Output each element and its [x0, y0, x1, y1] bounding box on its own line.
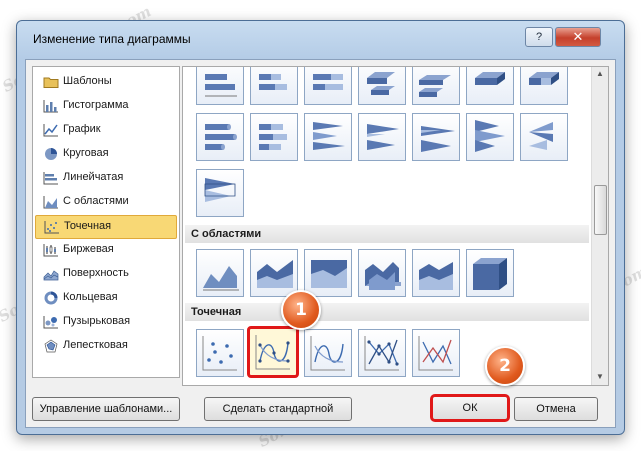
pyramid-bar-icon [475, 120, 505, 152]
scatter-smooth-lines-icon [310, 336, 345, 371]
callout-badge-1: 1 [281, 290, 321, 330]
bar-3d-box-stacked-icon [529, 72, 559, 85]
chart-subtype-thumbnail[interactable] [196, 67, 244, 105]
chart-subtype-thumbnail[interactable] [250, 249, 298, 297]
bar-chart-icon [43, 172, 58, 185]
ok-button[interactable]: ОК [430, 394, 510, 422]
chart-subtype-thumbnail[interactable] [358, 329, 406, 377]
chart-subtype-thumbnail[interactable] [250, 113, 298, 161]
column-chart-icon [43, 100, 58, 113]
chart-type-item[interactable]: Поверхность [35, 263, 175, 285]
chart-subtype-thumbnail[interactable] [358, 249, 406, 297]
cone-bar-icon [313, 122, 345, 150]
area-3d-icon [365, 262, 401, 290]
pyramid-bar-stacked-icon [529, 122, 553, 150]
gallery-scrollbar[interactable]: ▲ ▼ [591, 67, 608, 385]
cone-bar-stacked-100-icon [421, 126, 455, 152]
scroll-up-arrow-icon[interactable]: ▲ [595, 69, 605, 78]
chart-subtype-thumbnail[interactable] [304, 329, 352, 377]
chart-subtype-thumbnail[interactable] [196, 169, 244, 217]
help-button[interactable]: ? [525, 27, 553, 47]
cone-bar-stacked-icon [367, 124, 399, 150]
chart-subtype-thumbnail[interactable] [304, 113, 352, 161]
chart-type-item[interactable]: Лепестковая [35, 335, 175, 357]
chart-subtype-thumbnail[interactable] [412, 329, 460, 377]
doughnut-chart-icon [44, 291, 58, 305]
scatter-straight-lines-markers-icon [364, 336, 399, 371]
chart-subtype-thumbnail[interactable] [196, 249, 244, 297]
chart-type-item-selected[interactable]: Точечная [35, 215, 177, 239]
chart-subtype-thumbnail[interactable] [466, 67, 514, 105]
stacked-area-100-icon [311, 260, 347, 288]
chart-subtype-thumbnail[interactable] [250, 67, 298, 105]
bar-3d-icon [205, 74, 237, 97]
chart-subtype-thumbnail[interactable] [358, 113, 406, 161]
chart-subtype-thumbnail[interactable] [196, 329, 244, 377]
chart-subtype-thumbnail[interactable] [196, 113, 244, 161]
chart-type-item[interactable]: Пузырьковая [35, 311, 175, 333]
section-header-scatter: Точечная [185, 303, 589, 321]
dialog-client-area: Шаблоны Гистограмма График Круговая Лине… [25, 59, 616, 428]
chart-type-item[interactable]: Шаблоны [35, 71, 175, 93]
chart-type-item[interactable]: Круговая [35, 143, 175, 165]
cylinder-bar-icon [205, 124, 237, 150]
scatter-chart-icon [44, 221, 59, 234]
chart-type-item[interactable]: Биржевая [35, 239, 175, 261]
close-button[interactable]: ✕ [555, 27, 601, 47]
bar-3d-stacked-100-icon [313, 74, 343, 90]
chart-type-item[interactable]: Кольцевая [35, 287, 175, 309]
manage-templates-button[interactable]: Управление шаблонами... [32, 397, 180, 421]
scroll-down-arrow-icon[interactable]: ▼ [595, 372, 605, 381]
chart-subtype-thumbnail[interactable] [520, 113, 568, 161]
dialog-title: Изменение типа диаграммы [33, 32, 191, 46]
radar-chart-icon [44, 339, 58, 353]
area-chart-icon [203, 266, 239, 291]
chart-subtype-gallery: С областями Точечная ▲ ▼ [182, 66, 609, 386]
area-3d-100-icon [473, 258, 507, 290]
folder-icon [43, 77, 59, 88]
chart-subtype-thumbnail[interactable] [412, 67, 460, 105]
chart-subtype-thumbnail[interactable] [358, 67, 406, 105]
chart-subtype-thumbnail[interactable] [412, 249, 460, 297]
chart-type-item[interactable]: С областями [35, 191, 175, 213]
bar-3d-clustered-icon [419, 75, 451, 97]
close-icon: ✕ [572, 29, 584, 44]
stacked-area-chart-icon [257, 260, 293, 288]
stacked-area-3d-icon [419, 262, 453, 290]
area-chart-icon [43, 196, 58, 209]
chart-type-list: Шаблоны Гистограмма График Круговая Лине… [32, 66, 180, 378]
line-chart-icon [43, 124, 58, 137]
chart-subtype-thumbnail[interactable] [304, 249, 352, 297]
chart-subtype-thumbnail-selected[interactable] [247, 326, 299, 378]
chart-subtype-thumbnail[interactable] [412, 113, 460, 161]
set-as-default-button[interactable]: Сделать стандартной [204, 397, 352, 421]
cancel-button[interactable]: Отмена [514, 397, 598, 421]
chart-subtype-thumbnail[interactable] [304, 67, 352, 105]
scatter-markers-icon [202, 336, 237, 371]
section-header-area: С областями [185, 225, 589, 243]
bar-3d-perspective-icon [367, 72, 395, 95]
bubble-chart-icon [43, 316, 58, 329]
pyramid-bar-3d-icon [204, 178, 236, 202]
surface-chart-icon [43, 270, 59, 281]
callout-badge-2: 2 [485, 346, 525, 386]
chart-subtype-thumbnail[interactable] [466, 113, 514, 161]
scatter-smooth-lines-markers-icon [255, 335, 290, 370]
title-bar[interactable]: Изменение типа диаграммы ? ✕ [17, 21, 624, 53]
chart-type-item[interactable]: Линейчатая [35, 167, 175, 189]
chart-type-item[interactable]: График [35, 119, 175, 141]
scrollbar-thumb[interactable] [594, 185, 607, 235]
chart-type-item[interactable]: Гистограмма [35, 95, 175, 117]
chart-subtype-thumbnail[interactable] [466, 249, 514, 297]
chart-subtype-thumbnail[interactable] [520, 67, 568, 105]
bar-3d-box-icon [475, 72, 505, 85]
pie-chart-icon [45, 148, 57, 160]
scatter-straight-lines-icon [418, 336, 453, 371]
stock-chart-icon [43, 244, 58, 257]
change-chart-type-dialog: Изменение типа диаграммы ? ✕ Шаблоны Гис… [16, 20, 625, 435]
bar-3d-stacked-icon [259, 74, 287, 90]
cylinder-bar-stacked-icon [259, 124, 287, 150]
